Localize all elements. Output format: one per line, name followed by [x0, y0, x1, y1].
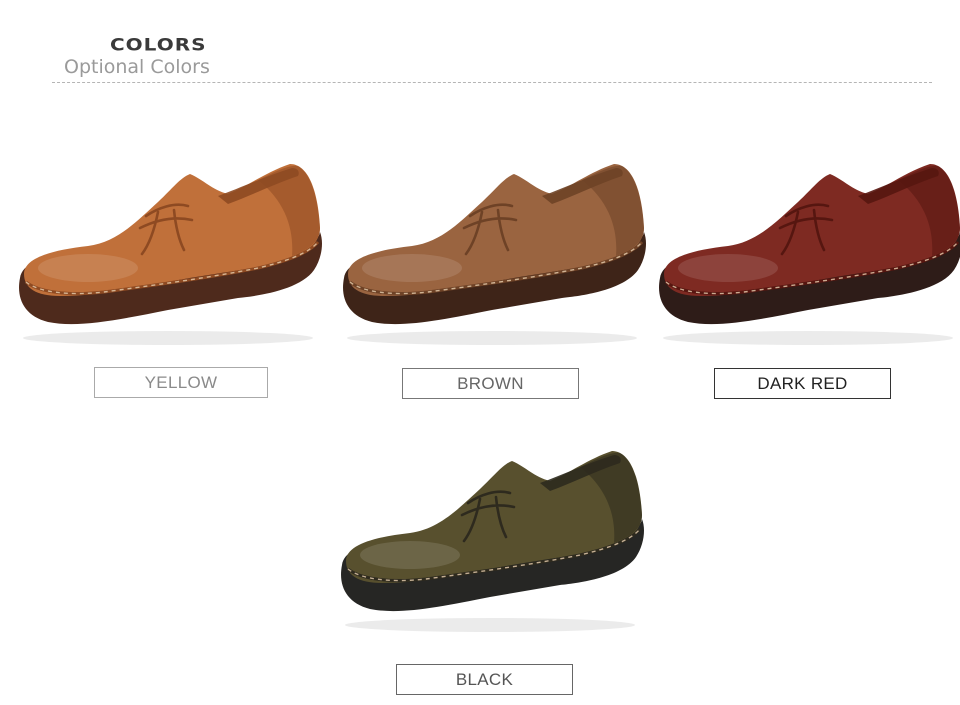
shoe-image-brown[interactable]	[332, 150, 652, 350]
color-label-black[interactable]: BLACK	[396, 664, 573, 695]
shoe-image-yellow[interactable]	[8, 150, 328, 350]
colors-header: COLORS Optional Colors	[0, 0, 960, 90]
color-label-dark-red[interactable]: DARK RED	[714, 368, 891, 399]
section-title: COLORS	[110, 34, 207, 55]
section-subtitle: Optional Colors	[64, 56, 210, 78]
color-label-yellow[interactable]: YELLOW	[94, 367, 268, 398]
dashed-divider	[52, 82, 932, 83]
color-label-brown[interactable]: BROWN	[402, 368, 579, 399]
shoe-image-black[interactable]	[330, 437, 650, 637]
shoe-image-dark-red[interactable]	[648, 150, 960, 350]
